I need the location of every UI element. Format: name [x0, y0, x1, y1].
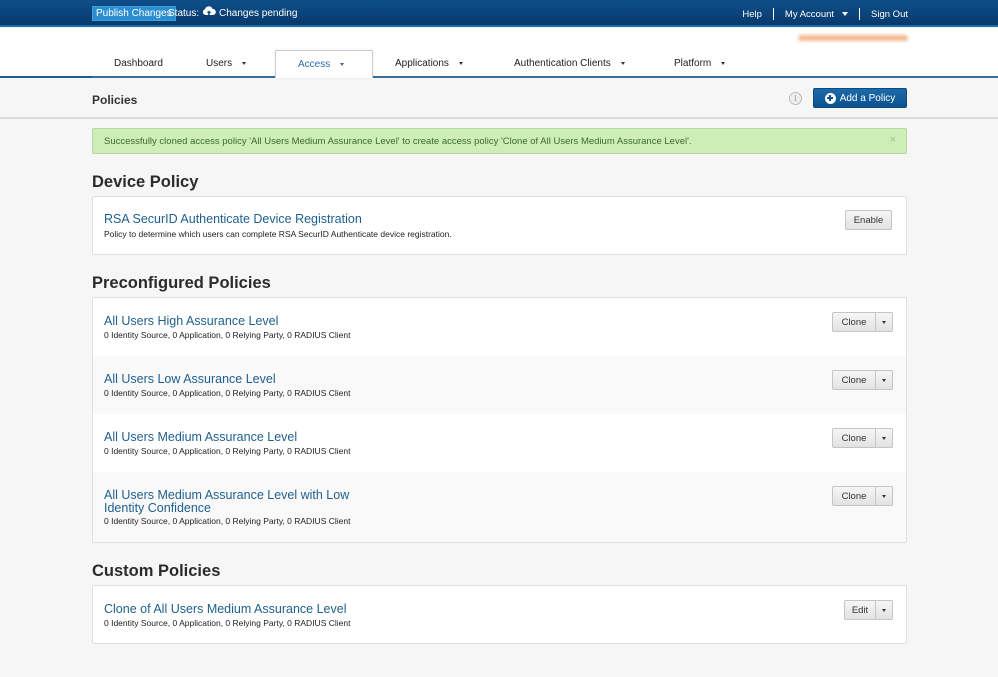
- custom-policies-panel: Clone of All Users Medium Assurance Leve…: [92, 585, 907, 644]
- chevron-down-icon: [458, 61, 463, 65]
- tab-label: Authentication Clients: [514, 58, 611, 69]
- policy-name-link[interactable]: All Users Medium Assurance Level with Lo…: [104, 489, 364, 514]
- section-title-preconfigured-policies: Preconfigured Policies: [92, 274, 271, 292]
- policy-description: 0 Identity Source, 0 Application, 0 Rely…: [104, 618, 351, 628]
- chevron-down-icon: [721, 61, 726, 65]
- clone-button[interactable]: Clone: [832, 428, 876, 448]
- device-policy-panel: RSA SecurID Authenticate Device Registra…: [92, 196, 907, 255]
- clone-split-button: Clone: [832, 428, 893, 448]
- clone-dropdown-toggle[interactable]: [876, 428, 893, 448]
- tab-access[interactable]: Access: [275, 50, 373, 78]
- top-links: Help My Account Sign Out: [742, 8, 908, 20]
- clone-split-button: Clone: [832, 312, 893, 332]
- policy-row: All Users Medium Assurance Level 0 Ident…: [93, 414, 906, 472]
- chevron-down-icon: [882, 436, 886, 440]
- tab-label-text: Access: [298, 59, 331, 70]
- plus-circle-icon: [824, 92, 836, 104]
- add-policy-label: Add a Policy: [839, 92, 896, 104]
- policy-row: All Users Low Assurance Level 0 Identity…: [93, 356, 906, 414]
- policy-description: 0 Identity Source, 0 Application, 0 Rely…: [104, 516, 351, 526]
- page-title: Policies: [92, 93, 138, 107]
- page-header: Policies i Add a Policy: [0, 78, 998, 119]
- policy-description: 0 Identity Source, 0 Application, 0 Rely…: [104, 388, 351, 398]
- tab-authentication-clients[interactable]: Authentication Clients: [514, 58, 625, 69]
- cloud-upload-icon: [202, 6, 216, 17]
- edit-button[interactable]: Edit: [844, 600, 876, 620]
- chevron-down-icon: [882, 378, 886, 382]
- policy-name-link[interactable]: All Users Medium Assurance Level: [104, 431, 297, 444]
- section-title-custom-policies: Custom Policies: [92, 562, 221, 580]
- sign-out-link[interactable]: Sign Out: [871, 9, 908, 20]
- tab-applications[interactable]: Applications: [395, 58, 463, 69]
- section-title-device-policy: Device Policy: [92, 173, 199, 191]
- success-alert: Successfully cloned access policy 'All U…: [92, 128, 907, 154]
- chevron-down-icon: [882, 320, 886, 324]
- alert-message: Successfully cloned access policy 'All U…: [104, 136, 692, 147]
- policy-name-link[interactable]: Clone of All Users Medium Assurance Leve…: [104, 603, 346, 616]
- divider: [859, 8, 861, 20]
- close-icon[interactable]: ×: [890, 134, 896, 146]
- my-account-label: My Account: [784, 8, 835, 20]
- chevron-down-icon: [620, 61, 625, 65]
- divider: [772, 8, 774, 20]
- policy-row: Clone of All Users Medium Assurance Leve…: [93, 586, 906, 643]
- policy-name-link[interactable]: All Users Low Assurance Level: [104, 373, 276, 386]
- chevron-down-icon: [882, 494, 886, 498]
- edit-dropdown-toggle[interactable]: [876, 600, 893, 620]
- clone-split-button: Clone: [832, 370, 893, 390]
- tab-label: Platform: [674, 58, 712, 69]
- policy-name-link[interactable]: RSA SecurID Authenticate Device Registra…: [104, 213, 362, 226]
- policy-description: Policy to determine which users can comp…: [104, 229, 452, 239]
- status-text: Changes pending: [219, 8, 298, 19]
- chevron-down-icon: [340, 62, 345, 66]
- top-bar: Publish Changes Status: Changes pending …: [0, 0, 998, 27]
- policy-row: All Users Medium Assurance Level with Lo…: [93, 472, 906, 542]
- tab-dashboard[interactable]: Dashboard: [114, 58, 163, 69]
- tab-platform[interactable]: Platform: [674, 58, 726, 69]
- status-label: Status:: [168, 8, 200, 19]
- chevron-down-icon: [882, 608, 886, 612]
- clone-dropdown-toggle[interactable]: [876, 312, 893, 332]
- info-icon[interactable]: i: [789, 92, 802, 105]
- chevron-down-icon: [242, 61, 247, 65]
- clone-split-button: Clone: [832, 486, 893, 506]
- tab-label: Applications: [395, 58, 449, 69]
- tab-label: Access: [298, 59, 345, 70]
- user-identity-redacted: [798, 35, 908, 41]
- help-link[interactable]: Help: [742, 9, 762, 20]
- clone-dropdown-toggle[interactable]: [876, 370, 893, 390]
- policy-row: RSA SecurID Authenticate Device Registra…: [93, 197, 906, 254]
- policy-name-link[interactable]: All Users High Assurance Level: [104, 315, 278, 328]
- clone-dropdown-toggle[interactable]: [876, 486, 893, 506]
- policy-description: 0 Identity Source, 0 Application, 0 Rely…: [104, 330, 351, 340]
- tab-label: Users: [206, 58, 233, 69]
- clone-button[interactable]: Clone: [832, 312, 876, 332]
- edit-split-button: Edit: [844, 600, 893, 620]
- chevron-down-icon: [842, 11, 849, 16]
- policy-row: All Users High Assurance Level 0 Identit…: [93, 298, 906, 356]
- add-policy-button[interactable]: Add a Policy: [813, 88, 907, 108]
- enable-button[interactable]: Enable: [845, 210, 892, 230]
- tab-users[interactable]: Users: [206, 58, 247, 69]
- my-account-menu[interactable]: My Account: [784, 8, 849, 20]
- publish-changes-button[interactable]: Publish Changes: [92, 6, 176, 21]
- clone-button[interactable]: Clone: [832, 370, 876, 390]
- preconfigured-policies-panel: All Users High Assurance Level 0 Identit…: [92, 297, 907, 543]
- clone-button[interactable]: Clone: [832, 486, 876, 506]
- policy-description: 0 Identity Source, 0 Application, 0 Rely…: [104, 446, 351, 456]
- tab-label: Dashboard: [114, 58, 163, 69]
